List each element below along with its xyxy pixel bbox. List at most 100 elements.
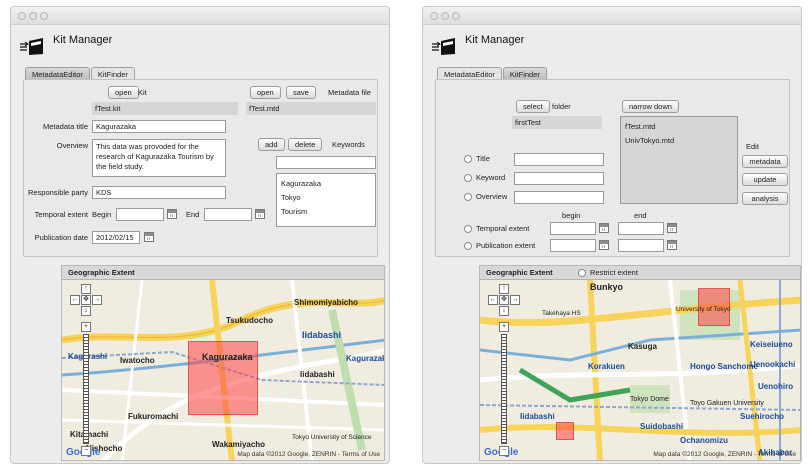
keyword-label: Keyword: [476, 173, 506, 182]
search-results-list[interactable]: fTest.mtd UnivTokyo.mtd: [620, 116, 738, 204]
geographic-extent-title: Geographic Extent: [486, 268, 553, 277]
select-folder-button[interactable]: select: [516, 100, 550, 113]
zoom-dot[interactable]: [40, 12, 48, 20]
zoom-in-button[interactable]: +: [81, 322, 91, 332]
open-kit-button[interactable]: open: [108, 86, 139, 99]
selected-extent-rectangle[interactable]: [556, 422, 574, 440]
pan-down-button[interactable]: ↓: [499, 306, 509, 316]
keyword-input[interactable]: [276, 156, 376, 169]
temporal-end-calendar-icon[interactable]: [667, 223, 677, 233]
temporal-begin-input[interactable]: [550, 222, 596, 235]
list-item[interactable]: Tokyo: [281, 191, 371, 205]
pan-center-button[interactable]: ✥: [499, 295, 509, 305]
end-date-input[interactable]: [204, 208, 252, 221]
pan-down-button[interactable]: ↓: [81, 306, 91, 316]
zoom-out-button[interactable]: −: [81, 446, 91, 456]
list-item[interactable]: fTest.mtd: [625, 120, 733, 134]
kit-finder-window: Kit Manager MetadataEditor KitFinder sel…: [422, 6, 802, 464]
metadata-button[interactable]: metadata: [742, 155, 788, 168]
publication-date-input[interactable]: 2012/02/15: [92, 231, 140, 244]
zoom-out-button[interactable]: −: [499, 446, 509, 456]
publication-begin-input[interactable]: [550, 239, 596, 252]
pan-center-button[interactable]: ✥: [81, 295, 91, 305]
end-calendar-icon[interactable]: [255, 209, 265, 219]
publication-extent-radio[interactable]: [464, 242, 472, 250]
map-attribution[interactable]: Map data ©2012 Google, ZENRIN - Terms of…: [653, 451, 796, 458]
map-label: Suehirocho: [740, 412, 785, 421]
temporal-begin-calendar-icon[interactable]: [599, 223, 609, 233]
overview-radio[interactable]: [464, 193, 472, 201]
pan-right-button[interactable]: →: [510, 295, 520, 305]
metadata-editor-panel: open Kit fTest.kit open save Metadata fi…: [23, 79, 378, 257]
temporal-extent-radio[interactable]: [464, 225, 472, 233]
responsible-party-input[interactable]: KDS: [92, 186, 226, 199]
map-label: Kasuga: [628, 342, 657, 351]
begin-date-input[interactable]: [116, 208, 164, 221]
map-label: Kagurazaka: [346, 354, 384, 363]
narrow-down-button[interactable]: narrow down: [622, 100, 679, 113]
temporal-end-input[interactable]: [618, 222, 664, 235]
zoom-slider[interactable]: [83, 334, 89, 444]
update-button[interactable]: update: [742, 173, 788, 186]
map-label: Toyo Gakuen University: [690, 400, 764, 407]
close-dot[interactable]: [430, 12, 438, 20]
keywords-list[interactable]: Kagurazaka Tokyo Tourism: [276, 173, 376, 227]
pan-up-button[interactable]: ↑: [499, 284, 509, 294]
publication-begin-calendar-icon[interactable]: [599, 240, 609, 250]
keyword-radio[interactable]: [464, 174, 472, 182]
overview-label: Overview: [56, 141, 88, 150]
add-keyword-button[interactable]: add: [258, 138, 285, 151]
map-label: Wakamiyacho: [212, 440, 266, 449]
analysis-button[interactable]: analysis: [742, 192, 788, 205]
pan-left-button[interactable]: ←: [70, 295, 80, 305]
map-label: Uenookachi: [750, 360, 796, 369]
map-label: Tokyo University of Science: [292, 434, 372, 441]
pan-up-button[interactable]: ↑: [81, 284, 91, 294]
map-label: Fukuromachi: [128, 412, 179, 421]
window-titlebar: [11, 7, 389, 25]
kit-file-value: fTest.kit: [92, 102, 238, 115]
restrict-extent-radio[interactable]: [578, 269, 586, 277]
overview-textarea[interactable]: This data was provoded for the research …: [92, 139, 226, 177]
publication-calendar-icon[interactable]: [144, 232, 154, 242]
overview-search-input[interactable]: [514, 191, 604, 204]
publication-end-input[interactable]: [618, 239, 664, 252]
metadata-title-input[interactable]: Kagurazaka: [92, 120, 226, 133]
minimize-dot[interactable]: [29, 12, 37, 20]
begin-label: Begin: [92, 210, 112, 219]
end-label: End: [186, 210, 200, 219]
minimize-dot[interactable]: [441, 12, 449, 20]
save-metadata-button[interactable]: save: [286, 86, 316, 99]
map-label: Takehaya HS: [542, 310, 581, 317]
zoom-dot[interactable]: [452, 12, 460, 20]
temporal-extent-label: Temporal extent: [34, 210, 88, 219]
keyword-search-input[interactable]: [514, 172, 604, 185]
geographic-extent-map[interactable]: Geographic Extent Shimomiyabicho Tsukudo…: [61, 265, 385, 461]
list-item[interactable]: Tourism: [281, 205, 371, 219]
map-navigation-control: ↑ ← ✥ → ↓ + −: [484, 284, 524, 460]
pan-left-button[interactable]: ←: [488, 295, 498, 305]
title-radio[interactable]: [464, 155, 472, 163]
map-attribution[interactable]: Map data ©2012 Google, ZENRIN - Terms of…: [237, 451, 380, 458]
close-dot[interactable]: [18, 12, 26, 20]
kit-finder-panel: select folder firstTest narrow down fTes…: [435, 79, 790, 257]
title-search-input[interactable]: [514, 153, 604, 166]
zoom-slider[interactable]: [501, 334, 507, 444]
delete-keyword-button[interactable]: delete: [288, 138, 323, 151]
list-item[interactable]: UnivTokyo.mtd: [625, 134, 733, 148]
geographic-extent-header: Geographic Extent Restrict extent: [480, 266, 800, 280]
kit-manager-logo-icon: [20, 38, 43, 55]
map-label: Iwatocho: [120, 356, 155, 365]
map-label: Bunkyo: [590, 282, 624, 292]
zoom-in-button[interactable]: +: [499, 322, 509, 332]
map-label: Korakuen: [588, 362, 625, 371]
list-item[interactable]: Kagurazaka: [281, 177, 371, 191]
pan-right-button[interactable]: →: [92, 295, 102, 305]
open-metadata-button[interactable]: open: [250, 86, 281, 99]
geographic-extent-map[interactable]: Geographic Extent Restrict extent Bunkyo…: [479, 265, 801, 461]
map-label: Suidobashi: [640, 422, 684, 431]
begin-calendar-icon[interactable]: [167, 209, 177, 219]
metadata-file-value: fTest.mtd: [246, 102, 376, 115]
map-label: Iidabashi: [302, 330, 342, 340]
publication-end-calendar-icon[interactable]: [667, 240, 677, 250]
